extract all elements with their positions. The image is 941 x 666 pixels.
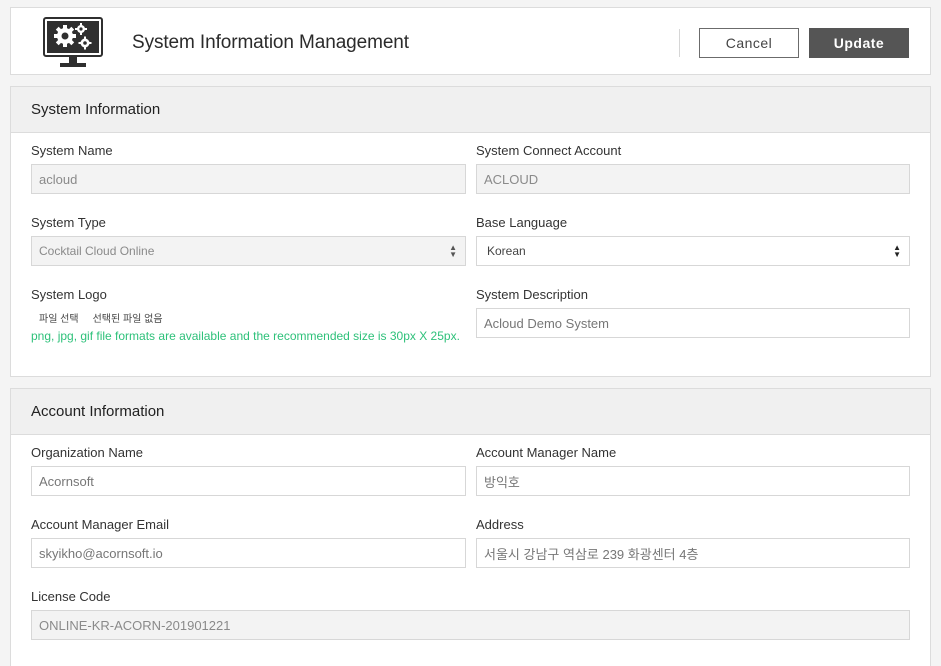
system-logo-field: System Logo 파일 선택 선택된 파일 없음 png, jpg, gi… <box>31 287 466 343</box>
page-header: System Information Management Cancel Upd… <box>10 7 931 75</box>
system-name-input[interactable]: acloud <box>31 164 466 194</box>
system-type-select[interactable]: Cocktail Cloud Online ▲ ▼ <box>31 236 466 266</box>
update-button[interactable]: Update <box>809 28 909 58</box>
address-field: Address 서울시 강남구 역삼로 239 화광센터 4층 <box>476 517 910 568</box>
account-manager-email-input[interactable]: skyikho@acornsoft.io <box>31 538 466 568</box>
base-language-select[interactable]: Korean ▲ ▼ <box>476 236 910 266</box>
header-divider <box>679 29 680 57</box>
account-information-panel: Account Information Organization Name Ac… <box>10 388 931 666</box>
logo-file-input[interactable]: 파일 선택 선택된 파일 없음 <box>31 310 466 325</box>
choose-file-button[interactable]: 파일 선택 <box>39 310 79 325</box>
account-manager-name-input[interactable]: 방익호 <box>476 466 910 496</box>
cancel-button[interactable]: Cancel <box>699 28 799 58</box>
account-manager-email-label: Account Manager Email <box>31 517 170 532</box>
system-connect-account-label: System Connect Account <box>476 143 622 158</box>
account-manager-name-field: Account Manager Name 방익호 <box>476 445 910 496</box>
address-input[interactable]: 서울시 강남구 역삼로 239 화광센터 4층 <box>476 538 910 568</box>
license-code-input[interactable]: ONLINE-KR-ACORN-201901221 <box>31 610 910 640</box>
system-type-field: System Type Cocktail Cloud Online ▲ ▼ <box>31 215 466 266</box>
system-logo-label: System Logo <box>31 287 107 302</box>
account-manager-email-field: Account Manager Email skyikho@acornsoft.… <box>31 517 466 568</box>
system-connect-account-input[interactable]: ACLOUD <box>476 164 910 194</box>
base-language-field: Base Language Korean ▲ ▼ <box>476 215 910 266</box>
system-name-field: System Name acloud <box>31 143 466 194</box>
select-arrows-icon: ▲ ▼ <box>449 243 457 259</box>
system-description-label: System Description <box>476 287 588 302</box>
system-connect-account-field: System Connect Account ACLOUD <box>476 143 910 194</box>
license-code-label: License Code <box>31 589 111 604</box>
address-label: Address <box>476 517 524 532</box>
system-type-label: System Type <box>31 215 106 230</box>
system-description-input[interactable]: Acloud Demo System <box>476 308 910 338</box>
organization-name-input[interactable]: Acornsoft <box>31 466 466 496</box>
system-name-label: System Name <box>31 143 113 158</box>
logo-format-hint: png, jpg, gif file formats are available… <box>31 329 460 343</box>
system-information-panel: System Information System Name acloud Sy… <box>10 86 931 377</box>
license-code-field: License Code ONLINE-KR-ACORN-201901221 <box>31 589 910 640</box>
no-file-selected-text: 선택된 파일 없음 <box>92 314 163 325</box>
select-arrows-icon: ▲ ▼ <box>893 243 901 259</box>
base-language-value: Korean <box>487 244 526 258</box>
organization-name-label: Organization Name <box>31 445 143 460</box>
system-description-field: System Description Acloud Demo System <box>476 287 910 338</box>
base-language-label: Base Language <box>476 215 568 230</box>
page-title: System Information Management <box>132 32 409 53</box>
account-information-heading: Account Information <box>11 389 930 435</box>
organization-name-field: Organization Name Acornsoft <box>31 445 466 496</box>
system-type-value: Cocktail Cloud Online <box>39 244 155 258</box>
settings-monitor-icon <box>43 17 103 67</box>
account-manager-name-label: Account Manager Name <box>476 445 617 460</box>
system-information-heading: System Information <box>11 87 930 133</box>
